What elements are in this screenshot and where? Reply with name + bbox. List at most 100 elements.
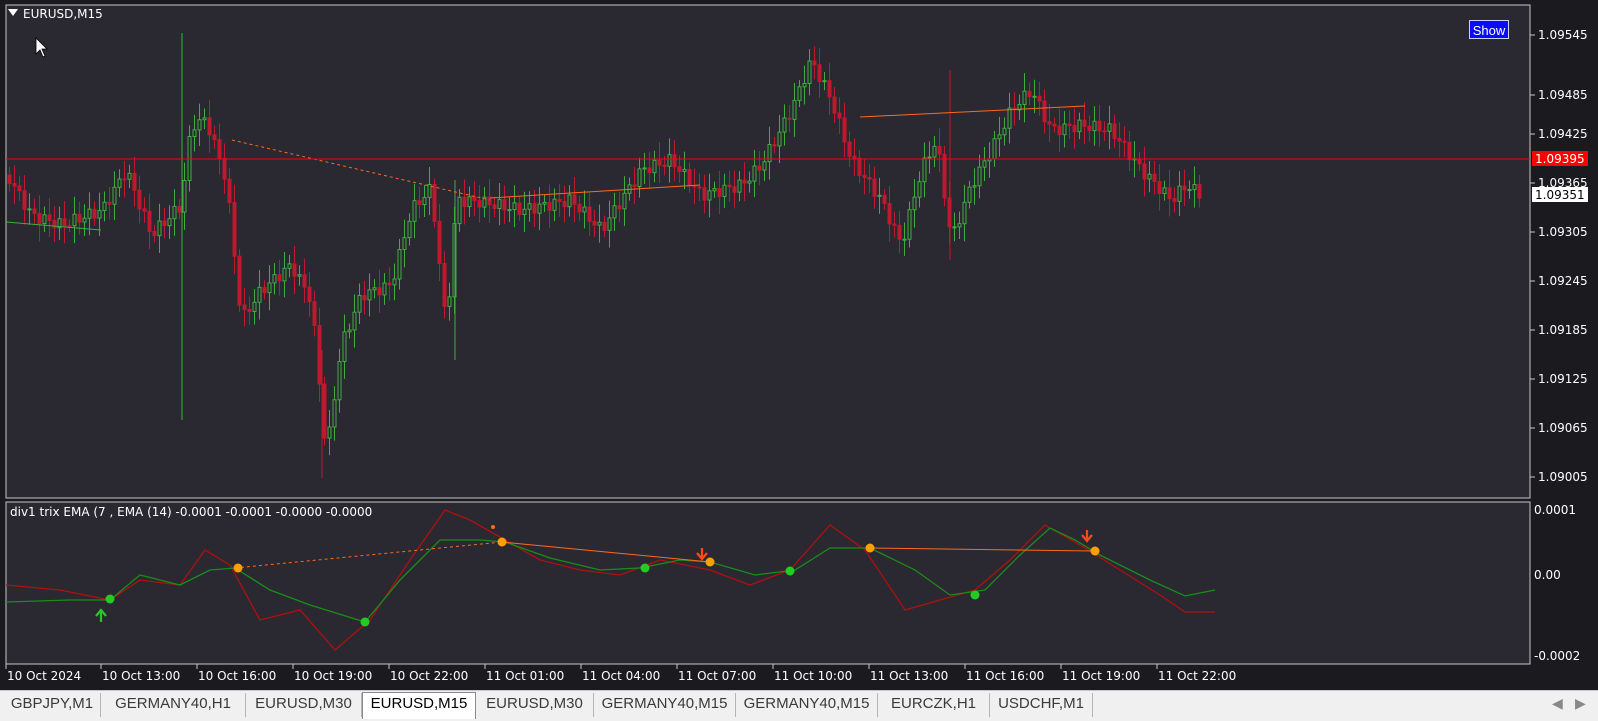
signal-dot-green [360, 617, 370, 627]
signal-dot-small [491, 525, 495, 529]
tab-germany40-h1[interactable]: GERMANY40,H1 [101, 693, 246, 717]
candle-body [402, 237, 407, 251]
signal-dot-orange [705, 557, 715, 567]
candle-body [792, 99, 797, 120]
candle-body [1037, 95, 1042, 102]
time-tick-label: 10 Oct 2024 [7, 669, 81, 683]
candle-body [852, 155, 857, 159]
candle-body [212, 134, 217, 141]
candle-body [742, 179, 747, 184]
candle-body [237, 255, 242, 306]
candle-body [22, 190, 27, 210]
time-tick-label: 11 Oct 04:00 [582, 669, 660, 683]
tab-eurusd-m15[interactable]: EURUSD,M15 [362, 692, 476, 719]
candle-body [32, 208, 37, 214]
candle-body [317, 324, 322, 385]
tab-usdchf-m1[interactable]: USDCHF,M1 [990, 693, 1093, 717]
candle-body [817, 64, 822, 82]
candle-body [417, 200, 422, 206]
candle-body [657, 159, 662, 166]
candle-body [1142, 163, 1147, 180]
price-line-label: 1.09395 [1535, 152, 1585, 166]
candle-body [1192, 183, 1197, 191]
candle-body [732, 186, 737, 193]
price-tick-label: 1.09065 [1538, 421, 1588, 435]
candle-body [282, 267, 287, 282]
candle-body [662, 164, 667, 167]
candle-body [582, 206, 587, 213]
candle-body [432, 184, 437, 222]
indicator-tick-label: 0.0001 [1534, 503, 1576, 517]
candle-body [412, 200, 417, 222]
price-tick-label: 1.09125 [1538, 372, 1588, 386]
candle-body [1107, 123, 1112, 132]
candle-body [312, 301, 317, 326]
candle-body [942, 153, 947, 199]
candle-body [587, 206, 592, 222]
tab-germany40-m15[interactable]: GERMANY40,M15 [736, 693, 878, 717]
candle-body [777, 131, 782, 147]
indicator-panel[interactable] [5, 501, 1531, 665]
candle-body [952, 226, 957, 229]
candle-body [537, 203, 542, 214]
candle-body [702, 187, 707, 201]
arrow-right-icon[interactable]: ▶ [1575, 695, 1586, 712]
time-tick-label: 10 Oct 16:00 [198, 669, 276, 683]
time-tick-label: 11 Oct 10:00 [774, 669, 852, 683]
candle-body [977, 166, 982, 187]
candle-body [1137, 158, 1142, 165]
candle-body [1027, 90, 1032, 98]
tab-germany40-m15[interactable]: GERMANY40,M15 [594, 693, 736, 717]
candle-body [1042, 100, 1047, 123]
candle-body [622, 192, 627, 210]
candle-body [887, 202, 892, 225]
candle-body [407, 220, 412, 239]
candle-body [342, 331, 347, 363]
tab-eurusd-m30[interactable]: EURUSD,M30 [246, 693, 362, 717]
candle-body [877, 194, 882, 197]
candle-body [547, 201, 552, 211]
candle-body [612, 205, 617, 219]
candle-body [847, 141, 852, 157]
candle-body [117, 178, 122, 188]
candle-body [532, 203, 537, 214]
candle-body [207, 117, 212, 136]
signal-dot-orange [1090, 546, 1100, 556]
tab-gbpjpy-m1[interactable]: GBPJPY,M1 [4, 693, 101, 717]
candle-body [1112, 123, 1117, 140]
candle-body [17, 185, 22, 192]
candle-body [927, 156, 932, 159]
candle-body [387, 282, 392, 286]
signal-dot-green [970, 590, 980, 600]
candle-body [957, 223, 962, 228]
candle-body [507, 209, 512, 212]
candle-body [47, 214, 52, 222]
tab-eurczk-h1[interactable]: EURCZK,H1 [878, 693, 990, 717]
price-tick-label: 1.09245 [1538, 274, 1588, 288]
candle-body [382, 282, 387, 296]
indicator-tick-label: 0.00 [1534, 568, 1561, 582]
candle-body [437, 220, 442, 264]
candle-body [152, 230, 157, 237]
candle-body [1152, 173, 1157, 182]
signal-dot-orange [865, 543, 875, 553]
candle-body [1177, 185, 1182, 202]
candle-body [632, 184, 637, 187]
candle-body [197, 119, 202, 131]
candle-body [1062, 123, 1067, 136]
candle-body [232, 201, 237, 257]
show-button[interactable]: Show [1469, 20, 1509, 39]
candle-body [222, 157, 227, 180]
chart-canvas[interactable]: EURUSD,M15 div1 trix EMA (7 , EMA (14) -… [0, 0, 1598, 690]
signal-dot-green [105, 594, 115, 604]
candle-body [517, 202, 522, 215]
arrow-left-icon[interactable]: ◀ [1552, 695, 1563, 712]
time-tick-label: 11 Oct 19:00 [1062, 669, 1140, 683]
candle-body [917, 181, 922, 198]
candle-body [937, 145, 942, 155]
candle-body [127, 172, 132, 180]
candle-body [827, 80, 832, 98]
tab-eurusd-m30[interactable]: EURUSD,M30 [476, 693, 594, 717]
time-tick-label: 11 Oct 01:00 [486, 669, 564, 683]
candle-body [447, 296, 452, 307]
